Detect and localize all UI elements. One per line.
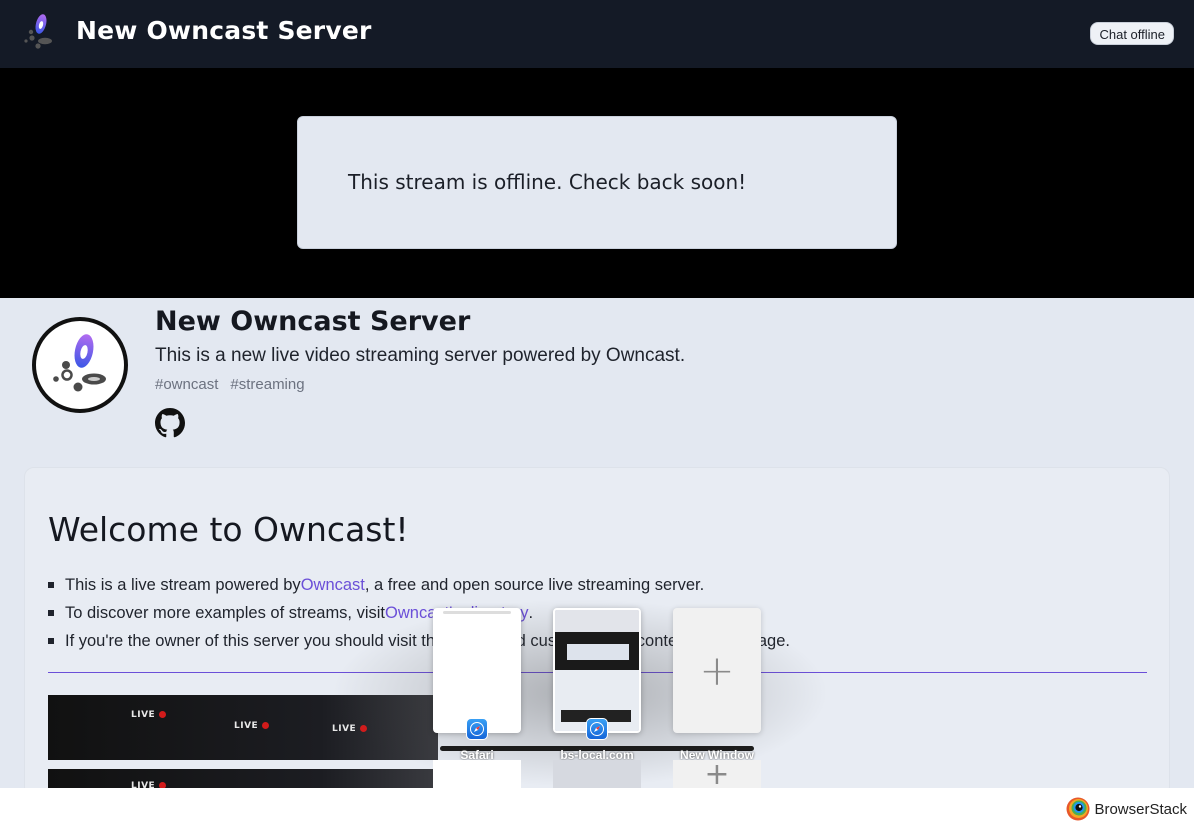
live-tag: LIVE: [332, 724, 367, 734]
chat-status-badge[interactable]: Chat offline: [1090, 22, 1174, 45]
tag-list: #owncast #streaming: [155, 376, 305, 393]
owncast-logo-icon: [53, 334, 106, 392]
mini-header: [555, 610, 639, 632]
header-title: New Owncast Server: [76, 16, 372, 45]
app-card-safari[interactable]: [433, 608, 521, 733]
plus-icon: +: [699, 646, 735, 695]
github-icon[interactable]: [155, 408, 185, 438]
video-player[interactable]: This stream is offline. Check back soon!: [0, 68, 1194, 298]
offline-message: This stream is offline. Check back soon!: [348, 170, 747, 194]
app-card-bs-local[interactable]: [553, 608, 641, 733]
browserstack-label: BrowserStack: [1094, 800, 1187, 818]
list-item: This is a live stream powered by Owncast…: [48, 571, 790, 599]
list-text: This is a live stream powered by: [65, 575, 301, 594]
bullet-icon: [48, 582, 54, 588]
server-avatar: [32, 317, 128, 413]
bullet-icon: [48, 610, 54, 616]
new-window-card[interactable]: +: [673, 608, 761, 733]
tag-item[interactable]: #streaming: [230, 376, 304, 393]
footer-bar: BrowserStack: [0, 788, 1194, 827]
bullet-icon: [48, 638, 54, 644]
list-text: , a free and open source live streaming …: [364, 575, 705, 594]
live-tag: LIVE: [234, 721, 269, 731]
owncast-logo-icon[interactable]: [18, 11, 60, 53]
server-description: This is a new live video streaming serve…: [155, 345, 686, 366]
page: New Owncast Server Chat offline This str…: [0, 0, 1194, 827]
mini-card: [567, 644, 629, 660]
live-banner-image: LIVE LIVE LIVE: [48, 695, 438, 760]
mini-strip: [561, 710, 631, 722]
grabber: [443, 611, 511, 614]
list-text: .: [528, 603, 534, 622]
server-name: New Owncast Server: [155, 306, 471, 337]
browserstack-logo-icon: [1066, 797, 1090, 821]
offline-message-card: This stream is offline. Check back soon!: [297, 116, 897, 249]
mini-body: [555, 670, 639, 731]
list-text: To discover more examples of streams, vi…: [65, 603, 386, 622]
browserstack-brand: BrowserStack: [1066, 797, 1187, 821]
owncast-link[interactable]: Owncast: [301, 576, 365, 595]
tag-item[interactable]: #owncast: [155, 376, 218, 393]
live-tag: LIVE: [131, 710, 166, 720]
top-header: New Owncast Server Chat offline: [0, 0, 1194, 68]
welcome-heading: Welcome to Owncast!: [48, 510, 409, 549]
